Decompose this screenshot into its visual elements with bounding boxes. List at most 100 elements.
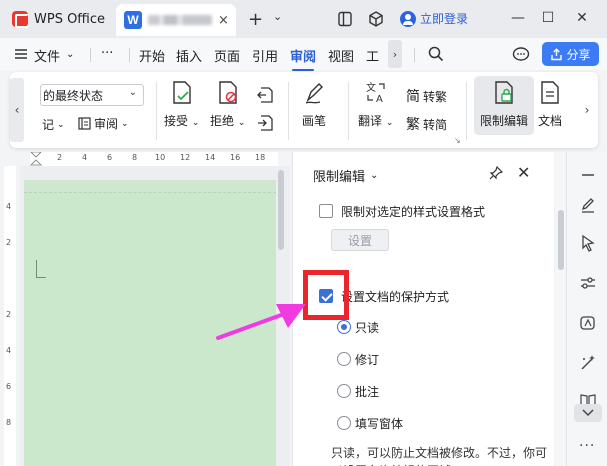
- review-pane-button[interactable]: 审阅 ⌄: [78, 115, 129, 132]
- new-tab-button[interactable]: +: [248, 9, 263, 30]
- lock-document-icon: [495, 81, 513, 104]
- paragraph-corner-mark: [36, 260, 46, 278]
- settings-button[interactable]: 设置: [331, 229, 389, 251]
- right-toolbar: ···: [566, 152, 607, 466]
- maximize-button[interactable]: ☐: [537, 8, 559, 28]
- chevron-down-icon: ⌄: [128, 87, 137, 98]
- more-options-icon[interactable]: ···: [579, 438, 595, 454]
- menu-tab-view[interactable]: 视图: [328, 46, 354, 65]
- user-avatar-icon: [400, 10, 416, 27]
- svg-text:文: 文: [366, 81, 376, 94]
- accept-button[interactable]: 接受 ⌄: [164, 80, 199, 129]
- restrict-editing-label: 限制编辑: [480, 114, 529, 128]
- search-icon[interactable]: [428, 46, 444, 62]
- ruler-tick-label: 8: [6, 418, 12, 427]
- pen-label: 画笔: [302, 114, 327, 128]
- close-tab-icon[interactable]: ×: [218, 13, 229, 28]
- ruler-tick-label: 12: [180, 153, 191, 162]
- document-tab[interactable]: W ×: [116, 4, 236, 36]
- menu-tab-page[interactable]: 页面: [214, 46, 240, 65]
- minimize-button[interactable]: —: [507, 8, 529, 28]
- translate-label: 翻译 ⌄: [358, 114, 394, 128]
- ribbon-scroll-right-button[interactable]: ›: [580, 92, 594, 128]
- traditional-char-icon: 简: [406, 89, 420, 105]
- reject-button[interactable]: 拒绝 ⌄: [210, 80, 245, 129]
- indent-marker-icon[interactable]: [30, 152, 42, 166]
- pen-button[interactable]: 画笔: [302, 80, 326, 129]
- group-expand-icon[interactable]: ↘: [454, 136, 461, 145]
- display-for-review-select[interactable]: 的最终状态 ⌄: [40, 84, 144, 106]
- file-chevron-down-icon[interactable]: ⌄: [66, 49, 74, 60]
- radio-fill-forms[interactable]: [337, 416, 351, 430]
- hamburger-menu-icon[interactable]: [14, 48, 28, 60]
- restrict-editing-panel: 限制编辑 ⌄ ✕ 限制对选定的样式设置格式 设置 设置文档的保护方式 只读 修订…: [292, 152, 554, 466]
- collapse-icon[interactable]: [579, 166, 597, 184]
- chevron-down-icon: ⌄: [121, 118, 129, 129]
- tab-list-chevron-icon[interactable]: ⌄: [273, 10, 282, 23]
- share-label: 分享: [566, 47, 591, 62]
- radio-tracked-changes[interactable]: [337, 352, 351, 366]
- translate-button[interactable]: 文 A 翻译 ⌄: [358, 80, 393, 129]
- protection-description: 只读，可以防止文档被修改。不过，你可以设置允许编辑的区域。: [331, 446, 548, 466]
- cube-icon[interactable]: [367, 10, 385, 28]
- annotation-arrow-icon: [216, 304, 306, 340]
- previous-change-icon[interactable]: [256, 86, 274, 104]
- ribbon-divider: [348, 82, 349, 140]
- reading-mode-icon[interactable]: [336, 10, 354, 28]
- login-label: 立即登录: [420, 12, 469, 26]
- select-cursor-icon[interactable]: [579, 234, 597, 252]
- menu-tab-insert[interactable]: 插入: [176, 46, 202, 65]
- ruler-tick-label: 2: [6, 238, 12, 247]
- close-window-button[interactable]: ✕: [571, 8, 593, 28]
- panel-scrollbar-thumb[interactable]: [558, 210, 564, 270]
- more-menu-button[interactable]: ···: [101, 46, 113, 61]
- review-pane-icon: [78, 117, 91, 130]
- app-home-tab[interactable]: WPS Office: [4, 4, 112, 34]
- ruler-tick-label: 4: [82, 153, 88, 162]
- chat-bubble-icon[interactable]: [512, 46, 530, 62]
- share-button[interactable]: 分享: [542, 42, 599, 66]
- login-button[interactable]: 立即登录: [400, 10, 468, 27]
- panel-title[interactable]: 限制编辑 ⌄: [313, 166, 378, 185]
- document-scrollbar[interactable]: [278, 170, 284, 250]
- expand-down-button[interactable]: [574, 404, 602, 422]
- pin-icon[interactable]: [489, 166, 503, 180]
- radio-read-only-label: 只读: [355, 321, 380, 335]
- menu-tab-home[interactable]: 开始: [139, 46, 165, 65]
- to-simplified-button[interactable]: 繁 转简: [406, 114, 447, 134]
- ruler-tick-label: 4: [6, 346, 12, 355]
- ai-assistant-icon[interactable]: [579, 314, 597, 332]
- adjust-sliders-icon[interactable]: [579, 274, 597, 292]
- review-pane-label: 审阅: [94, 117, 119, 131]
- radio-comments[interactable]: [337, 384, 351, 398]
- restrict-editing-button[interactable]: 限制编辑: [474, 76, 535, 135]
- edit-pencil-icon[interactable]: [579, 196, 597, 214]
- writer-doc-icon: W: [124, 11, 142, 29]
- radio-fill-forms-label: 填写窗体: [355, 417, 404, 431]
- close-panel-button[interactable]: ✕: [517, 163, 530, 182]
- ruler-tick-label: 4: [6, 202, 12, 211]
- markup-button[interactable]: 记 ⌄: [42, 116, 65, 133]
- chevron-down-icon: ⌄: [57, 119, 65, 130]
- menu-tab-references[interactable]: 引用: [252, 46, 278, 65]
- review-ribbon: ‹ 的最终状态 ⌄ 记 ⌄ 审阅 ⌄ 接受 ⌄ 拒绝 ⌄ 画笔 文 A 翻译 ⌄…: [10, 72, 598, 148]
- menu-tab-review[interactable]: 审阅: [290, 46, 316, 71]
- markup-label: 记: [42, 118, 55, 132]
- translate-icon: 文 A: [366, 81, 385, 105]
- svg-text:A: A: [376, 94, 383, 105]
- menu-tab-tools[interactable]: 工: [366, 46, 379, 65]
- horizontal-ruler: 2 4 6 8 10 12 14 16 18: [20, 152, 290, 166]
- ribbon-scroll-left-button[interactable]: ‹: [10, 78, 24, 142]
- ribbon-divider: [466, 82, 467, 140]
- to-traditional-button[interactable]: 简 转繁: [406, 86, 447, 106]
- document-compare-button[interactable]: 文档: [538, 80, 562, 129]
- ribbon-divider: [288, 82, 289, 140]
- menu-scroll-right-button[interactable]: ›: [388, 40, 402, 68]
- format-restrict-checkbox[interactable]: [319, 204, 333, 218]
- tools-wand-icon[interactable]: [579, 354, 597, 372]
- panel-scrollbar[interactable]: [556, 152, 566, 466]
- next-change-icon[interactable]: [256, 114, 274, 132]
- reject-change-icon: [218, 81, 237, 104]
- menu-file[interactable]: 文件: [34, 46, 60, 65]
- radio-read-only[interactable]: [337, 320, 351, 334]
